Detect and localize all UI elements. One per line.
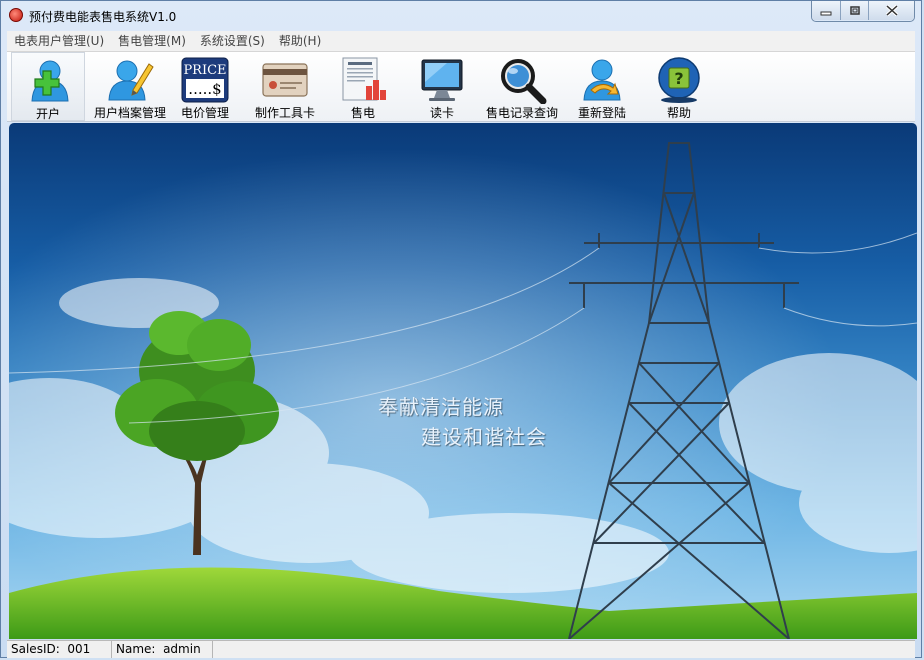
open-account-label: 开户 [35, 107, 60, 121]
make-tool-card-label: 制作工具卡 [254, 106, 315, 120]
monitor-icon [421, 59, 463, 101]
price-icon-subtext: .....$ [188, 80, 221, 98]
magnifier-icon [501, 59, 547, 104]
minimize-button[interactable] [812, 1, 840, 20]
sell-electricity-button[interactable]: 售电 [333, 52, 393, 121]
menu-sales-management[interactable]: 售电管理(M) [111, 31, 193, 51]
landscape-illustration [9, 123, 917, 639]
close-button[interactable] [868, 1, 914, 20]
main-window: 预付费电能表售电系统V1.0 电表用户管理(U) 售电管理(M) 系统设置(S)… [0, 0, 922, 658]
help-icon-text: ? [674, 69, 683, 88]
sales-record-query-label: 售电记录查询 [485, 106, 558, 120]
sales-record-query-button[interactable]: 售电记录查询 [486, 52, 558, 121]
invoice-icon [342, 57, 386, 101]
minimize-icon [820, 11, 832, 15]
price-icon-text: PRICE [183, 63, 226, 78]
user-records-button[interactable]: 用户档案管理 [93, 52, 167, 121]
price-management-label: 电价管理 [180, 106, 229, 120]
relogin-icon [583, 59, 621, 101]
status-bar: SalesID: 001 Name: admin [7, 640, 915, 658]
price-management-button[interactable]: PRICE .....$ 电价管理 [173, 52, 237, 121]
app-logo-icon[interactable] [9, 8, 23, 22]
menu-help[interactable]: 帮助(H) [272, 31, 328, 51]
help-label: 帮助 [666, 106, 691, 120]
relogin-button[interactable]: 重新登陆 [569, 52, 635, 121]
open-account-button[interactable]: 开户 [11, 52, 85, 121]
window-controls [811, 1, 915, 22]
menu-system-settings[interactable]: 系统设置(S) [193, 31, 272, 51]
card-icon [262, 63, 308, 97]
user-edit-icon [108, 60, 154, 101]
read-card-button[interactable]: 读卡 [411, 52, 473, 121]
make-tool-card-button[interactable]: 制作工具卡 [251, 52, 319, 121]
restore-icon [849, 5, 860, 15]
slogan-line-2: 建设和谐社会 [421, 425, 547, 449]
window-title: 预付费电能表售电系统V1.0 [29, 10, 177, 24]
relogin-label: 重新登陆 [577, 106, 626, 120]
help-button[interactable]: ? 帮助 [653, 52, 705, 121]
status-sales-id: SalesID: 001 [7, 641, 112, 658]
menu-bar: 电表用户管理(U) 售电管理(M) 系统设置(S) 帮助(H) [7, 31, 915, 52]
read-card-label: 读卡 [429, 106, 454, 120]
close-icon [885, 5, 898, 16]
sell-electricity-label: 售电 [350, 106, 375, 120]
title-bar[interactable]: 预付费电能表售电系统V1.0 [1, 1, 921, 29]
banner-image: 奉献清洁能源 建设和谐社会 [9, 123, 917, 639]
add-user-icon [31, 60, 69, 102]
slogan-line-1: 奉献清洁能源 [378, 395, 504, 419]
status-user-name: Name: admin [112, 641, 213, 658]
price-icon: PRICE .....$ [181, 57, 229, 103]
help-icon: ? [658, 57, 700, 103]
restore-button[interactable] [840, 1, 868, 20]
toolbar: 开户 用户档案管理 PRICE .....$ 电价管理 制作工具卡 售电 读卡 … [7, 52, 915, 122]
menu-meter-user-management[interactable]: 电表用户管理(U) [7, 31, 111, 51]
